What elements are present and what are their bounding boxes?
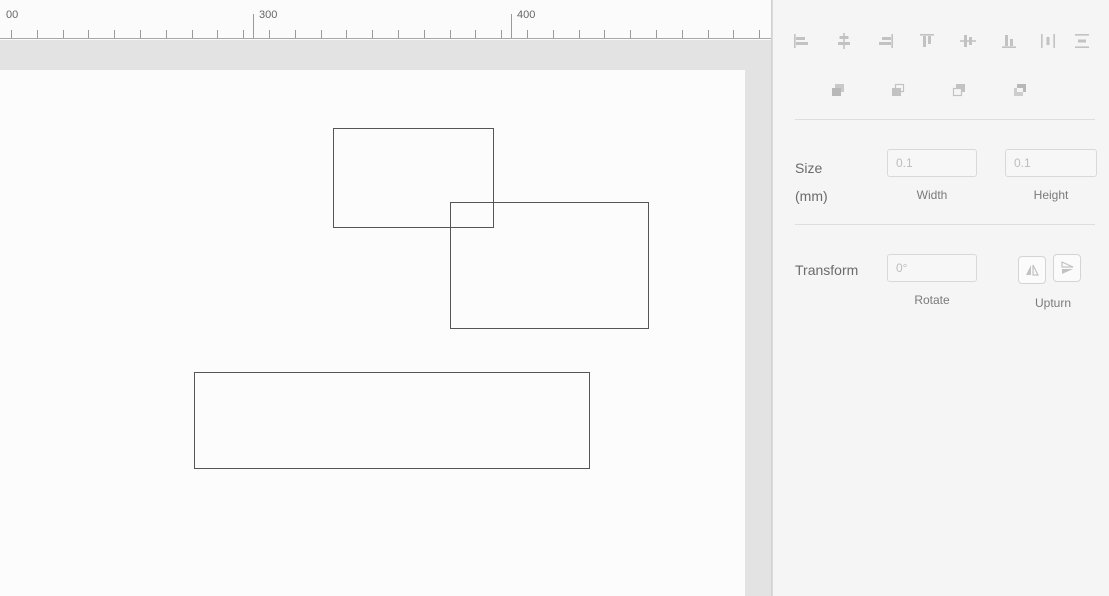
ruler-tick — [553, 30, 554, 38]
ruler-label-200: 00 — [6, 9, 19, 21]
ruler-label-400: 400 — [517, 9, 536, 21]
ruler-tick — [295, 30, 296, 38]
ruler-tick — [733, 30, 734, 38]
distribute-vertical-icon[interactable] — [1071, 30, 1093, 52]
align-middle-vertical-icon[interactable] — [957, 30, 979, 52]
panel-separator-1 — [795, 119, 1095, 120]
align-left-icon[interactable] — [790, 30, 812, 52]
rectangle-shape-middle[interactable] — [450, 202, 649, 329]
rectangle-shape-bottom[interactable] — [194, 372, 590, 469]
flip-horizontal-icon — [1026, 264, 1039, 276]
size-unit-label: (mm) — [795, 188, 828, 204]
ruler-tick — [88, 30, 89, 38]
align-top-icon[interactable] — [916, 30, 938, 52]
ruler-tick — [682, 30, 683, 38]
ruler-tick — [217, 30, 218, 38]
upturn-caption: Upturn — [1034, 296, 1072, 310]
ruler-tick — [450, 30, 451, 38]
flip-vertical-button[interactable] — [1053, 254, 1081, 282]
ruler-tick — [269, 30, 270, 38]
ruler-tick — [321, 30, 322, 38]
horizontal-ruler: 00 300 400 — [0, 0, 772, 40]
ruler-tick — [37, 30, 38, 38]
ruler-tick — [11, 30, 12, 38]
ruler-tick — [372, 30, 373, 38]
ruler-major-tick — [253, 14, 254, 38]
flip-vertical-icon — [1061, 261, 1074, 274]
ruler-tick — [346, 30, 347, 38]
distribute-horizontal-icon[interactable] — [1037, 30, 1059, 52]
ruler-tick — [604, 30, 605, 38]
ruler-tick — [759, 30, 760, 38]
rotate-input[interactable] — [887, 254, 977, 282]
ruler-tick — [140, 30, 141, 38]
ruler-tick — [166, 30, 167, 38]
ruler-tick — [398, 30, 399, 38]
ruler-tick — [656, 30, 657, 38]
flip-horizontal-button[interactable] — [1018, 256, 1046, 284]
ruler-tick — [424, 30, 425, 38]
bring-forward-icon[interactable] — [887, 79, 909, 101]
panel-separator-2 — [795, 224, 1095, 225]
send-backward-icon[interactable] — [948, 79, 970, 101]
align-right-icon[interactable] — [875, 30, 897, 52]
ruler-tick — [527, 30, 528, 38]
bring-to-front-icon[interactable] — [827, 79, 849, 101]
align-center-horizontal-icon[interactable] — [833, 30, 855, 52]
ruler-tick — [192, 30, 193, 38]
drawing-canvas[interactable] — [0, 70, 745, 596]
ruler-label-300: 300 — [259, 9, 278, 21]
height-input[interactable] — [1005, 149, 1097, 177]
send-to-back-icon[interactable] — [1009, 79, 1031, 101]
ruler-tick — [708, 30, 709, 38]
ruler-tick — [114, 30, 115, 38]
width-input[interactable] — [887, 149, 977, 177]
align-bottom-icon[interactable] — [998, 30, 1020, 52]
properties-panel: Size (mm) Width Height Transform Rotate … — [772, 0, 1109, 596]
transform-label: Transform — [795, 262, 859, 278]
ruler-tick — [501, 30, 502, 38]
ruler-major-tick — [511, 14, 512, 38]
ruler-tick — [475, 30, 476, 38]
width-caption: Width — [916, 188, 948, 202]
workspace: 00 300 400 — [0, 0, 772, 596]
ruler-tick — [243, 30, 244, 38]
size-label: Size — [795, 160, 823, 176]
rotate-caption: Rotate — [914, 293, 950, 307]
ruler-tick — [579, 30, 580, 38]
ruler-baseline — [0, 38, 772, 39]
ruler-tick — [630, 30, 631, 38]
height-caption: Height — [1033, 188, 1069, 202]
ruler-tick — [63, 30, 64, 38]
